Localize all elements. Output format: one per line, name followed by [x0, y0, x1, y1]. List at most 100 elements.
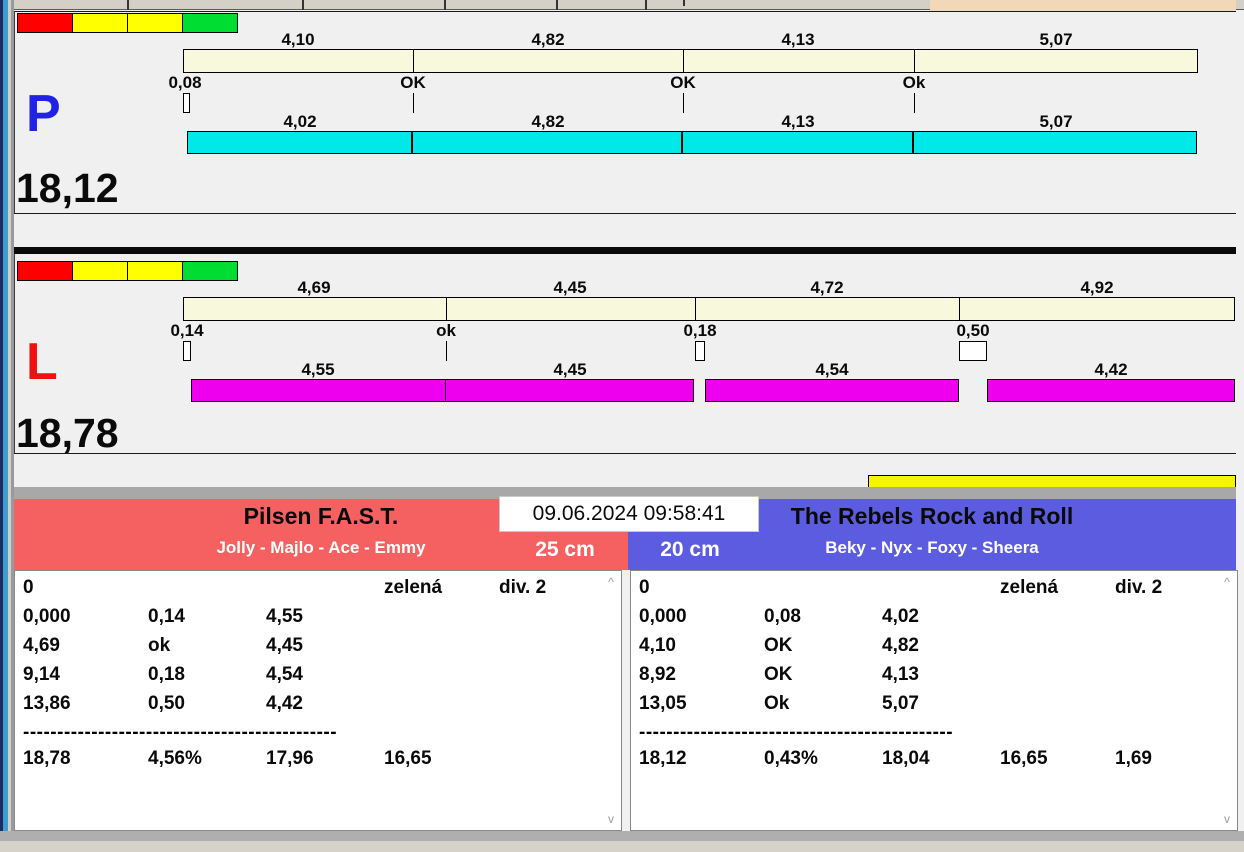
table-cell	[764, 577, 882, 606]
table-cell	[499, 635, 621, 664]
table-cell: 18,04	[882, 748, 930, 769]
strip-divider	[645, 0, 647, 10]
table-cell: 17,96	[266, 748, 314, 769]
table-row: 13,86 0,50 4,42	[23, 693, 621, 722]
table-cell: 4,56%	[148, 748, 202, 769]
table-cell: OK	[764, 635, 793, 656]
table-cell: 0,08	[764, 606, 801, 627]
table-cell	[499, 693, 621, 722]
table-cell: 18,78	[23, 748, 71, 769]
run-bar-segment	[187, 131, 412, 154]
run-bar-segment	[412, 131, 682, 154]
lane-l-message-row	[14, 453, 1236, 488]
team-right-jump-height: 20 cm	[630, 538, 750, 562]
table-cell: 0,18	[148, 664, 185, 685]
strip-divider	[444, 0, 446, 10]
table-cell: 4,69	[23, 635, 60, 656]
table-cell	[266, 577, 384, 606]
table-separator: ----------------------------------------…	[639, 722, 954, 743]
table-cell: OK	[764, 664, 793, 685]
run-bar-segment	[987, 379, 1235, 402]
table-cell	[499, 664, 621, 693]
bottom-status-band	[0, 831, 1244, 841]
lane-l-run-bars	[14, 258, 1236, 453]
table-cell: 5,07	[882, 693, 919, 714]
table-header-row: 0 zelená div. 2	[639, 577, 1237, 606]
datetime-display: 09.06.2024 09:58:41	[499, 496, 759, 532]
table-cell: 0	[23, 577, 34, 598]
bottom-status-band-light	[0, 841, 1244, 852]
table-cell: 13,86	[23, 693, 71, 714]
table-cell: 1,69	[1115, 748, 1152, 769]
lane-p-run-bars	[14, 10, 1236, 213]
table-row: 9,14 0,18 4,54	[23, 664, 621, 693]
table-cell: 4,45	[266, 635, 303, 656]
table-cell: 4,42	[266, 693, 303, 714]
table-cell	[384, 635, 499, 664]
table-row: 4,69 ok 4,45	[23, 635, 621, 664]
scroll-down-arrow[interactable]: v	[605, 812, 617, 826]
strip-divider	[302, 0, 304, 10]
window-top-strip	[0, 0, 1244, 12]
table-cell	[1115, 606, 1237, 635]
table-cell	[148, 577, 266, 606]
scroll-up-arrow[interactable]: ^	[1221, 575, 1233, 589]
run-bar-segment	[682, 131, 913, 154]
strip-divider	[127, 0, 129, 10]
scroll-up-arrow[interactable]: ^	[605, 575, 617, 589]
run-bar-segment	[705, 379, 959, 402]
run-bar-segment	[913, 131, 1197, 154]
table-cell: 0,43%	[764, 748, 818, 769]
table-cell: 18,12	[639, 748, 687, 769]
table-totals-row: 18,78 4,56% 17,96 16,65	[23, 748, 621, 777]
table-row: 8,92 OK 4,13	[639, 664, 1237, 693]
table-cell: 16,65	[1000, 748, 1048, 769]
table-row: 0,000 0,08 4,02	[639, 606, 1237, 635]
table-cell: 4,55	[266, 606, 303, 627]
table-cell	[384, 664, 499, 693]
table-header-row: 0 zelená div. 2	[23, 577, 621, 606]
table-cell	[499, 606, 621, 635]
table-cell: 13,05	[639, 693, 687, 714]
table-cell: 9,14	[23, 664, 60, 685]
strip-divider	[556, 0, 558, 10]
table-cell: 0	[639, 577, 650, 598]
table-cell: 4,02	[882, 606, 919, 627]
table-cell	[384, 693, 499, 722]
table-cell	[1115, 693, 1237, 722]
table-cell: 4,10	[639, 635, 676, 656]
table-cell: ok	[148, 635, 171, 656]
table-row: 13,05 Ok 5,07	[639, 693, 1237, 722]
table-cell	[499, 748, 621, 777]
table-cell	[882, 577, 1000, 606]
table-cell	[1000, 693, 1115, 722]
table-totals-row: 18,12 0,43% 18,04 16,65 1,69	[639, 748, 1237, 777]
lane-p-message-row	[14, 213, 1236, 247]
table-cell: 4,82	[882, 635, 919, 656]
table-cell: 8,92	[639, 664, 676, 685]
team-left-jump-height: 25 cm	[505, 538, 625, 562]
table-cell: 0,000	[639, 606, 687, 627]
lane-divider	[14, 247, 1236, 254]
strip-mark	[683, 0, 685, 6]
table-cell: 16,65	[384, 748, 432, 769]
table-cell	[1115, 664, 1237, 693]
table-cell: div. 2	[499, 577, 547, 598]
table-separator: ----------------------------------------…	[23, 722, 338, 743]
team-left-results-table: ^ v 0 zelená div. 2 0,000 0,14 4,55 4,69 ok 4,45…	[14, 570, 622, 831]
table-cell: div. 2	[1115, 577, 1163, 598]
table-cell	[1000, 664, 1115, 693]
table-row: 0,000 0,14 4,55	[23, 606, 621, 635]
table-cell	[1000, 635, 1115, 664]
run-bar-segment	[191, 379, 446, 402]
lane-p-panel: P 18,12 4,10 4,82 4,13 5,07 0,08 OK OK Ok 4,02…	[14, 10, 1236, 213]
table-cell	[384, 606, 499, 635]
table-cell	[1000, 606, 1115, 635]
table-cell	[1115, 635, 1237, 664]
team-right-results-table: ^ v 0 zelená div. 2 0,000 0,08 4,02 4,10 OK 4,82…	[630, 570, 1238, 831]
table-cell: 0,14	[148, 606, 185, 627]
table-cell: Ok	[764, 693, 790, 714]
table-cell: 4,54	[266, 664, 303, 685]
scroll-down-arrow[interactable]: v	[1221, 812, 1233, 826]
table-cell: zelená	[384, 577, 443, 598]
